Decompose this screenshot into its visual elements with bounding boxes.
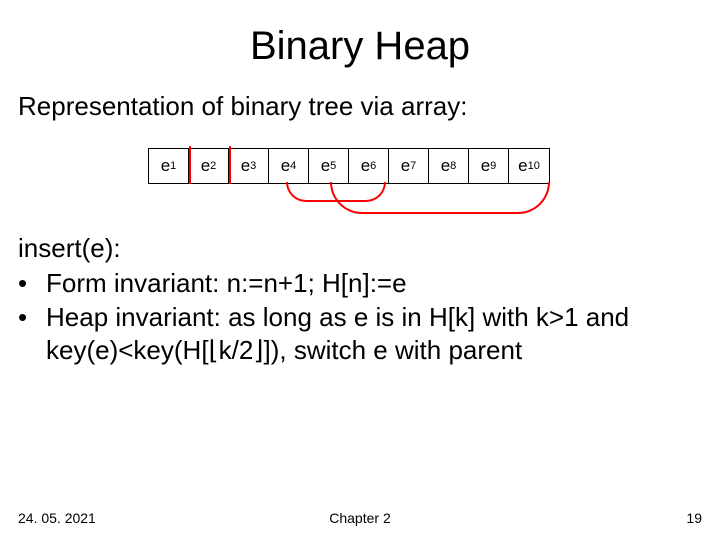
bullet-1-text: Form invariant: n:=n+1; H[n]:=e — [46, 267, 407, 300]
footer: 24. 05. 2021 Chapter 2 19 — [0, 510, 720, 526]
array-diagram: e1 e2 e3 e4 e5 e6 e7 e8 e9 e10 — [0, 148, 720, 232]
array-cell-3: e3 — [229, 149, 269, 183]
array-cell-5: e5 — [309, 149, 349, 183]
insert-label: insert(e): — [18, 232, 708, 265]
bullet-2-text: Heap invariant: as long as e is in H[k] … — [46, 301, 708, 368]
arc-2 — [330, 182, 550, 214]
bullet-1: • Form invariant: n:=n+1; H[n]:=e — [18, 267, 708, 300]
array-cell-1: e1 — [149, 149, 189, 183]
array-cell-2: e2 — [189, 149, 229, 183]
marker-line-2 — [229, 146, 231, 184]
body-text: insert(e): • Form invariant: n:=n+1; H[n… — [0, 232, 720, 367]
bullet-icon: • — [18, 301, 46, 368]
array-cell-10: e10 — [509, 149, 549, 183]
array-cell-9: e9 — [469, 149, 509, 183]
bullet-icon: • — [18, 267, 46, 300]
array-cell-6: e6 — [349, 149, 389, 183]
array-cell-8: e8 — [429, 149, 469, 183]
array-cell-4: e4 — [269, 149, 309, 183]
array-row: e1 e2 e3 e4 e5 e6 e7 e8 e9 e10 — [148, 148, 550, 184]
slide-subtitle: Representation of binary tree via array: — [0, 91, 720, 148]
bullet-2: • Heap invariant: as long as e is in H[k… — [18, 301, 708, 368]
marker-line-1 — [189, 146, 191, 184]
array-cell-7: e7 — [389, 149, 429, 183]
footer-chapter: Chapter 2 — [0, 510, 720, 526]
slide-title: Binary Heap — [0, 0, 720, 91]
